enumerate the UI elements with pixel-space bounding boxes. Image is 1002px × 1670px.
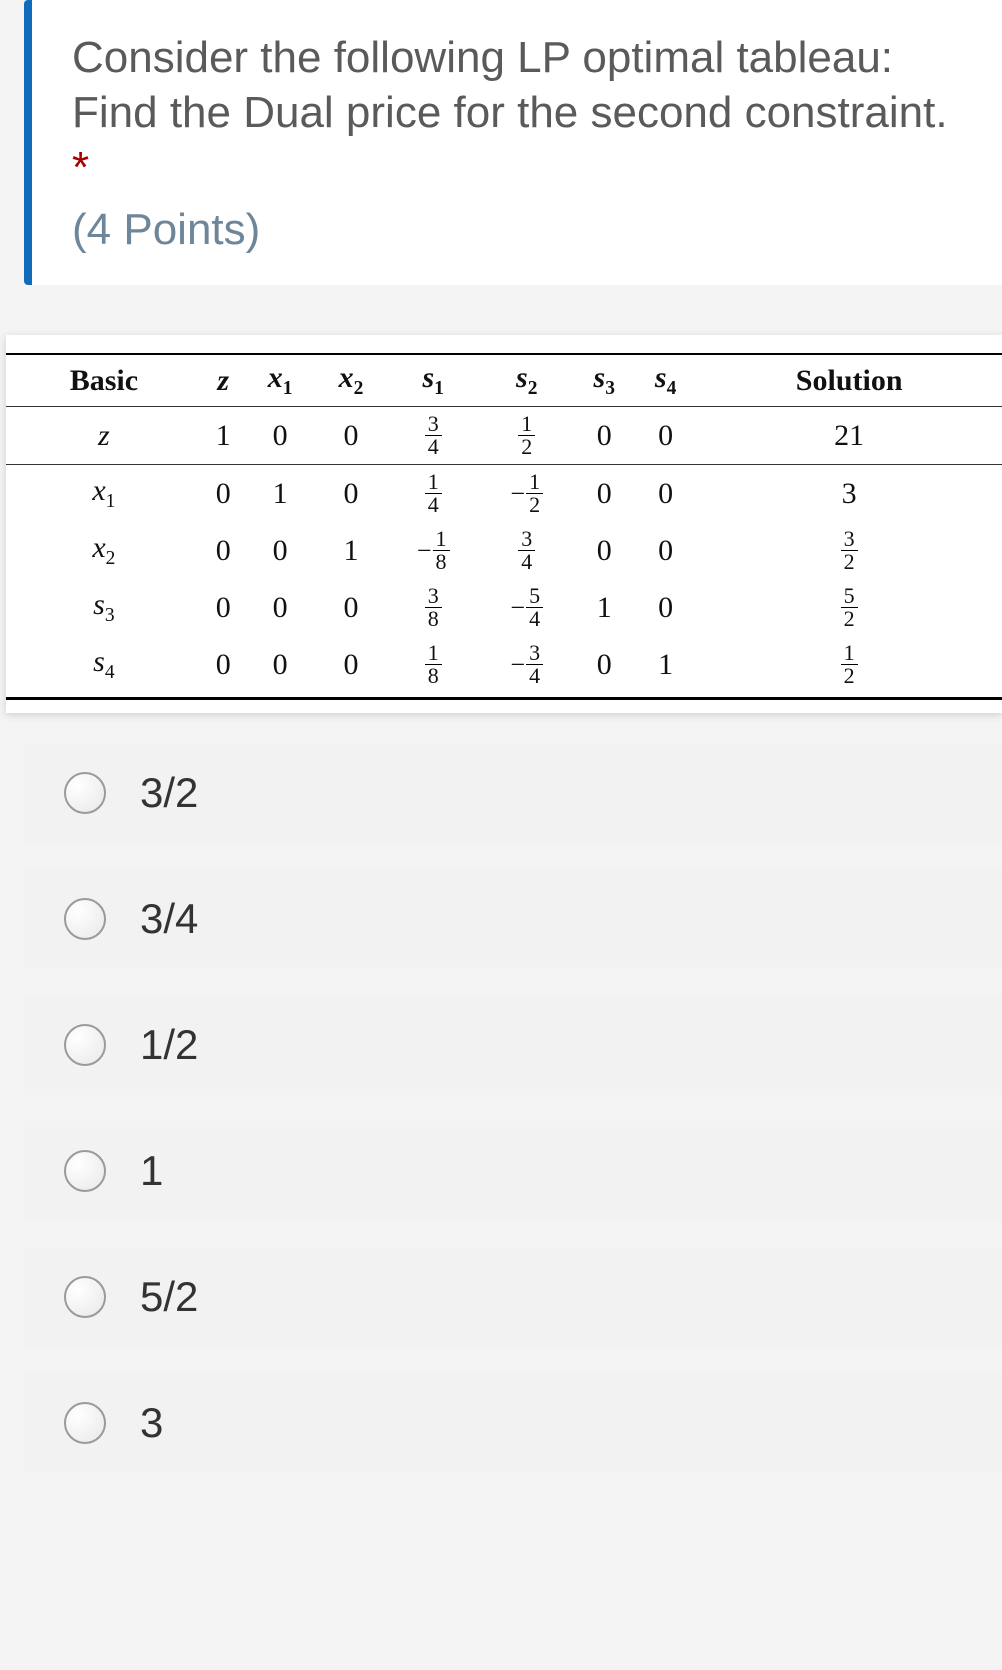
option-label: 1/2	[140, 1021, 198, 1069]
col-s1: s1	[386, 354, 480, 407]
cell: 14	[386, 465, 480, 523]
question-points: (4 Points)	[32, 205, 1002, 255]
cell: 0	[245, 579, 316, 636]
cell: 18	[386, 636, 480, 697]
cell-basic: s3	[6, 579, 202, 636]
option-5[interactable]: 3	[24, 1373, 1002, 1473]
cell: −12	[480, 465, 574, 523]
cell-basic: z	[6, 407, 202, 465]
col-z: z	[202, 354, 245, 407]
option-label: 5/2	[140, 1273, 198, 1321]
table-row: x1 0 1 0 14 −12 0 0 3	[6, 465, 1002, 523]
option-label: 3	[140, 1399, 163, 1447]
radio-icon[interactable]	[64, 1024, 106, 1066]
table-header-row: Basic z x1 x2 s1 s2 s3 s4 Solution	[6, 354, 1002, 407]
question-text: Consider the following LP optimal tablea…	[32, 0, 1002, 205]
cell-basic: x2	[6, 522, 202, 579]
table-row: z 1 0 0 34 12 0 0 21	[6, 407, 1002, 465]
radio-icon[interactable]	[64, 1276, 106, 1318]
cell: 0	[245, 407, 316, 465]
cell-solution: 3	[696, 465, 1002, 523]
radio-icon[interactable]	[64, 1402, 106, 1444]
cell: 0	[245, 522, 316, 579]
cell-solution: 21	[696, 407, 1002, 465]
cell: 0	[202, 522, 245, 579]
lp-tableau: Basic z x1 x2 s1 s2 s3 s4 Solution z 1 0…	[6, 353, 1002, 697]
cell: 0	[316, 636, 387, 697]
cell: 34	[480, 522, 574, 579]
radio-icon[interactable]	[64, 898, 106, 940]
cell: −54	[480, 579, 574, 636]
option-label: 3/4	[140, 895, 198, 943]
col-solution: Solution	[696, 354, 1002, 407]
col-x2: x2	[316, 354, 387, 407]
option-4[interactable]: 5/2	[24, 1247, 1002, 1347]
option-0[interactable]: 3/2	[24, 743, 1002, 843]
cell: 0	[574, 522, 635, 579]
tableau-container: Basic z x1 x2 s1 s2 s3 s4 Solution z 1 0…	[6, 335, 1002, 713]
question-body: Consider the following LP optimal tablea…	[72, 33, 948, 137]
cell: 38	[386, 579, 480, 636]
answer-options: 3/2 3/4 1/2 1 5/2 3	[24, 743, 1002, 1473]
option-2[interactable]: 1/2	[24, 995, 1002, 1095]
cell: 0	[635, 465, 696, 523]
cell: 0	[202, 579, 245, 636]
radio-icon[interactable]	[64, 772, 106, 814]
cell: 0	[245, 636, 316, 697]
cell: 0	[316, 465, 387, 523]
cell: 1	[574, 579, 635, 636]
required-marker: *	[72, 143, 89, 192]
radio-icon[interactable]	[64, 1150, 106, 1192]
cell-solution: 32	[696, 522, 1002, 579]
question-card: Consider the following LP optimal tablea…	[24, 0, 1002, 285]
col-s4: s4	[635, 354, 696, 407]
option-label: 3/2	[140, 769, 198, 817]
cell: 1	[202, 407, 245, 465]
cell-solution: 12	[696, 636, 1002, 697]
cell: 0	[316, 579, 387, 636]
col-basic: Basic	[6, 354, 202, 407]
cell: 1	[245, 465, 316, 523]
cell: −34	[480, 636, 574, 697]
table-bottom-rule	[6, 697, 1002, 701]
cell: 0	[574, 465, 635, 523]
cell: 34	[386, 407, 480, 465]
cell: 0	[635, 407, 696, 465]
cell-basic: x1	[6, 465, 202, 523]
cell-basic: s4	[6, 636, 202, 697]
col-x1: x1	[245, 354, 316, 407]
option-label: 1	[140, 1147, 163, 1195]
cell: 1	[635, 636, 696, 697]
cell: 1	[316, 522, 387, 579]
cell: 0	[635, 522, 696, 579]
cell: 0	[574, 636, 635, 697]
col-s2: s2	[480, 354, 574, 407]
cell: −18	[386, 522, 480, 579]
cell: 0	[574, 407, 635, 465]
cell-solution: 52	[696, 579, 1002, 636]
cell: 0	[202, 636, 245, 697]
table-row: s3 0 0 0 38 −54 1 0 52	[6, 579, 1002, 636]
cell: 12	[480, 407, 574, 465]
table-row: x2 0 0 1 −18 34 0 0 32	[6, 522, 1002, 579]
cell: 0	[202, 465, 245, 523]
cell: 0	[635, 579, 696, 636]
option-1[interactable]: 3/4	[24, 869, 1002, 969]
col-s3: s3	[574, 354, 635, 407]
option-3[interactable]: 1	[24, 1121, 1002, 1221]
table-row: s4 0 0 0 18 −34 0 1 12	[6, 636, 1002, 697]
cell: 0	[316, 407, 387, 465]
